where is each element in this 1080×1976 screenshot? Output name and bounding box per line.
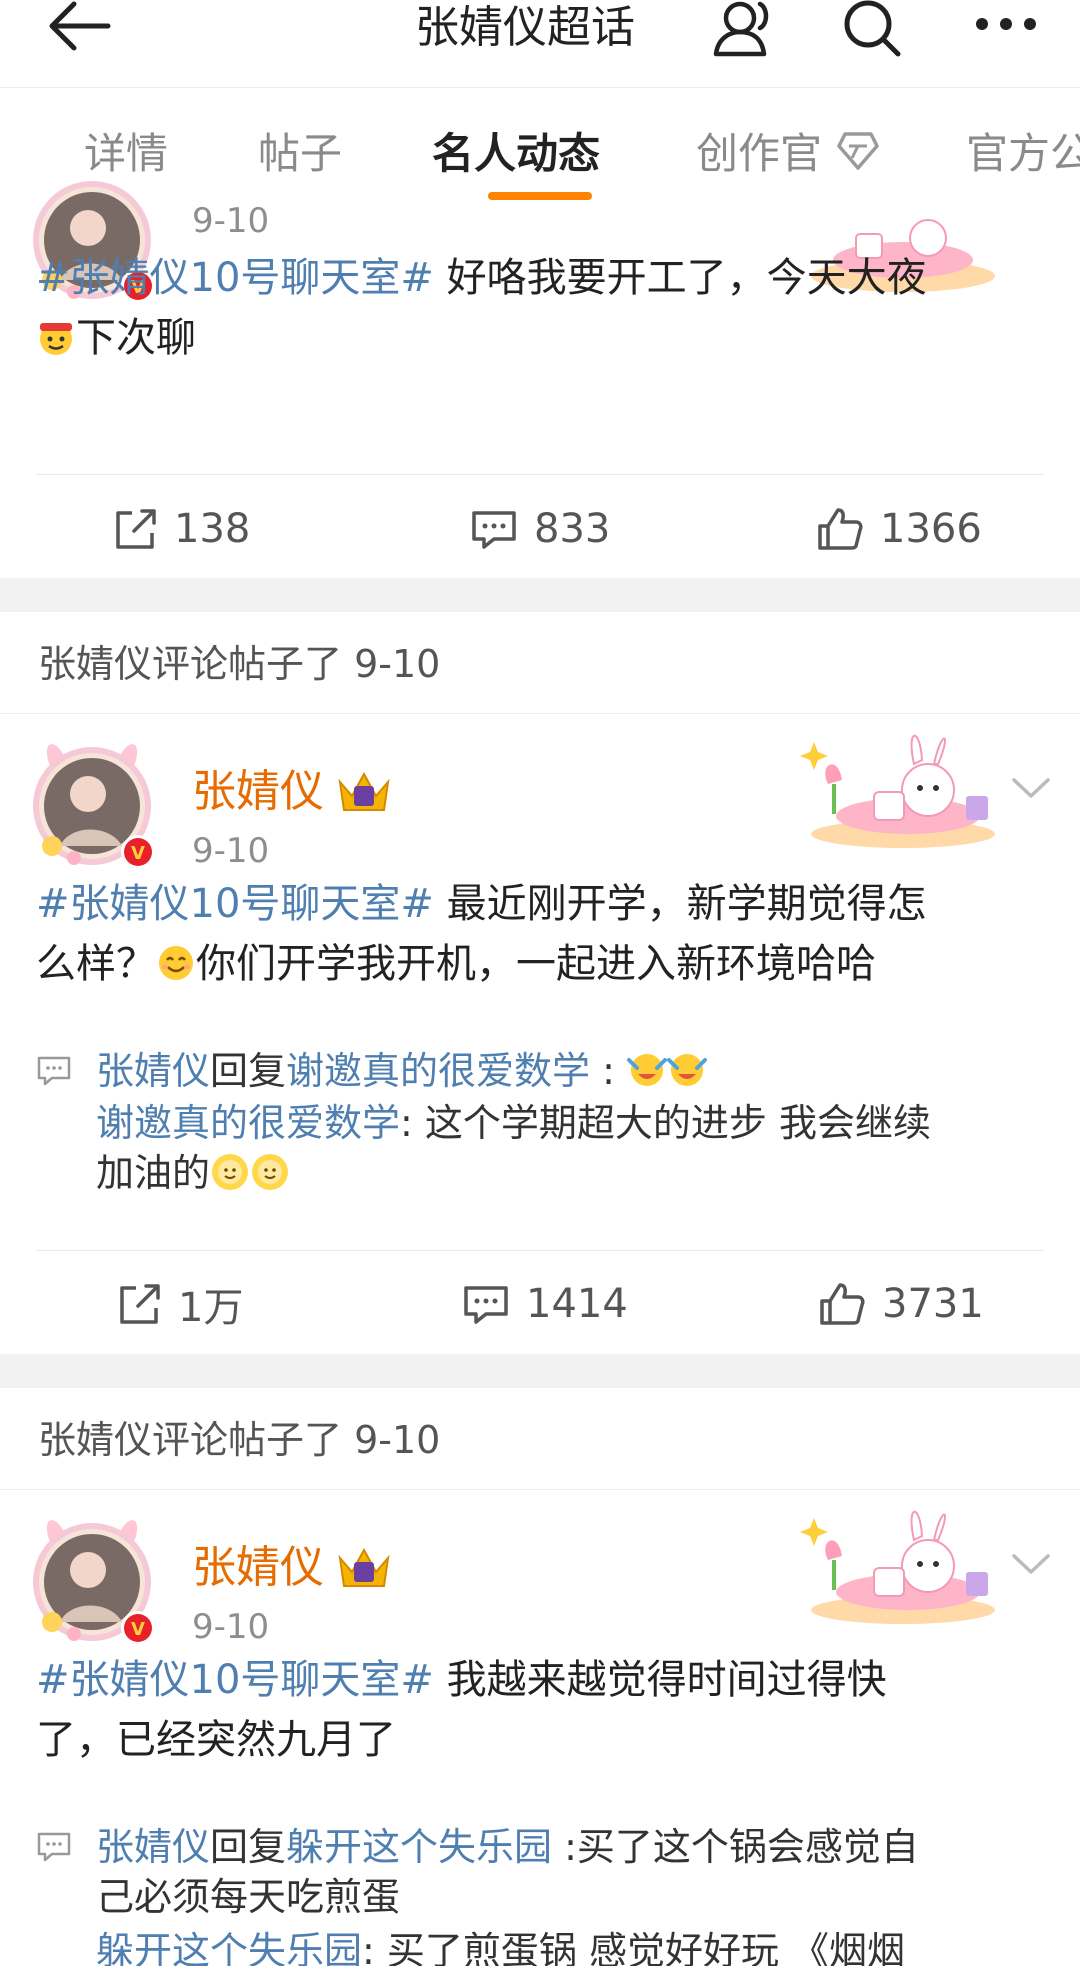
reply-author-link[interactable]: 张婧仪 xyxy=(96,1049,210,1093)
more-icon xyxy=(976,18,1036,30)
reply-colon: : xyxy=(590,1049,615,1093)
separator xyxy=(0,1354,1080,1388)
crying-laughing-emoji-icon xyxy=(627,1054,668,1086)
section-header: 张婧仪评论帖子了 9-10 xyxy=(0,1388,1080,1490)
follow-user-button[interactable] xyxy=(710,0,790,60)
sub-reply-text: 加油的 xyxy=(96,1151,211,1195)
thumbs-up-icon xyxy=(820,1283,865,1325)
avatar[interactable]: V xyxy=(30,1512,162,1652)
sub-reply-author-link[interactable]: 谢邀真的很爱数学 xyxy=(96,1101,400,1145)
like-count: 1366 xyxy=(880,506,982,552)
top-bar: 张婧仪超话 xyxy=(0,0,1080,88)
crown-badge-icon xyxy=(338,1547,390,1587)
post-text: #张婧仪10号聊天室# 我越来越觉得时间过得快 了，已经突然九月了 xyxy=(36,1650,1046,1770)
repost-icon xyxy=(116,509,156,549)
divider xyxy=(36,1250,1044,1251)
post-text: #张婧仪10号聊天室# 最近刚开学，新学期觉得怎 么样？ 你们开学我开机，一起进… xyxy=(36,874,1046,994)
post-card[interactable]: V 张婧仪 9-10 #张婧仪10号聊天室# 最近刚开学，新学期觉得怎 么样？ … xyxy=(0,714,1080,1354)
separator xyxy=(0,578,1080,612)
active-tab-indicator xyxy=(488,192,592,200)
post-text-line: 下次聊 xyxy=(76,315,196,361)
avatar[interactable]: V xyxy=(30,736,162,876)
comment-count: 1414 xyxy=(526,1281,628,1327)
post-time: 9-10 xyxy=(192,1607,270,1647)
crown-badge-icon xyxy=(338,771,390,811)
smile-emoji-icon xyxy=(159,946,193,980)
sub-reply-text: : 这个学期超大的进步 我会继续 xyxy=(400,1101,931,1145)
post-time: 9-10 xyxy=(192,831,270,871)
reply-target-link[interactable]: 谢邀真的很爱数学 xyxy=(286,1049,590,1093)
sub-reply: 躲开这个失乐园: 买了煎蛋锅 感觉好好玩 《烟烟 xyxy=(96,1926,1036,1966)
chevron-down-icon[interactable] xyxy=(1008,768,1054,808)
reply-text: :买了这个锅会感觉自 xyxy=(552,1825,919,1869)
repost-count: 1万 xyxy=(178,1285,244,1331)
topic-link[interactable]: #张婧仪10号聊天室# xyxy=(36,1657,434,1703)
repost-icon xyxy=(120,1284,160,1324)
section-label: 张婧仪评论帖子了 9-10 xyxy=(38,1418,441,1462)
tab-posts[interactable]: 帖子 xyxy=(258,126,342,182)
like-button[interactable]: 1366 xyxy=(816,501,982,557)
chevron-down-icon[interactable] xyxy=(1008,1544,1054,1584)
comment-count: 833 xyxy=(534,506,611,552)
reply-line: 张婧仪回复躲开这个失乐园 :买了这个锅会感觉自 己必须每天吃煎蛋 xyxy=(96,1822,1036,1922)
follow-user-icon xyxy=(713,1,769,57)
reply-verb: 回复 xyxy=(210,1825,287,1869)
post-time: 9-10 xyxy=(192,201,270,241)
bunny-decoration-icon xyxy=(800,734,995,848)
like-count: 3731 xyxy=(882,1281,984,1327)
topic-link[interactable]: #张婧仪10号聊天室# xyxy=(36,881,434,927)
thumbs-up-icon xyxy=(818,508,863,550)
post-text-line: 最近刚开学，新学期觉得怎 xyxy=(433,881,927,927)
comment-icon xyxy=(464,1286,508,1324)
reply-comment-icon xyxy=(37,1056,71,1086)
post-text-line: 么样？ xyxy=(36,941,156,987)
sub-reply: 谢邀真的很爱数学: 这个学期超大的进步 我会继续 加油的 xyxy=(96,1098,1036,1198)
repost-button[interactable]: 138 xyxy=(112,501,250,557)
post-card[interactable]: V 张婧仪 9-10 #张婧仪10号聊天室# 我越来越觉得时间过得快 了，已经突… xyxy=(0,1490,1080,1976)
comment-icon xyxy=(472,511,516,549)
topic-link[interactable]: #张婧仪10号聊天室# xyxy=(36,255,434,301)
reply-line: 张婧仪回复谢邀真的很爱数学 : xyxy=(96,1046,1036,1096)
search-button[interactable] xyxy=(840,0,920,60)
crying-laughing-emoji-icon xyxy=(667,1054,708,1086)
bunny-decoration-icon xyxy=(800,1510,995,1624)
tab-celebrity-updates[interactable]: 名人动态 xyxy=(432,126,600,182)
search-icon xyxy=(844,0,901,57)
reply-target-link[interactable]: 躲开这个失乐园 xyxy=(286,1825,552,1869)
repost-button[interactable]: 1万 xyxy=(116,1276,243,1332)
reply-author-link[interactable]: 张婧仪 xyxy=(96,1825,210,1869)
divider xyxy=(36,474,1044,475)
post-text-line: 了，已经突然九月了 xyxy=(36,1717,396,1763)
hardworking-emoji-icon xyxy=(40,323,72,355)
comment-button[interactable]: 1414 xyxy=(462,1276,628,1332)
post-card[interactable]: V 9-10 #张婧仪10号聊天室# 好咯我要开工了，今天大夜 下次聊 138 xyxy=(0,181,1080,578)
sub-reply-author-link[interactable]: 躲开这个失乐园 xyxy=(96,1929,362,1966)
post-text-line: 我越来越觉得时间过得快 xyxy=(433,1657,887,1703)
reply-text: 己必须每天吃煎蛋 xyxy=(96,1875,401,1919)
svg-text:V: V xyxy=(131,1619,145,1640)
post-text: #张婧仪10号聊天室# 好咯我要开工了，今天大夜 下次聊 xyxy=(36,248,1046,368)
post-text-line: 好咯我要开工了，今天大夜 xyxy=(433,255,927,301)
reply-verb: 回复 xyxy=(210,1049,287,1093)
section-header: 张婧仪评论帖子了 9-10 xyxy=(0,612,1080,714)
like-button[interactable]: 3731 xyxy=(818,1276,984,1332)
more-button[interactable] xyxy=(972,0,1052,60)
sub-reply-text: : 买了煎蛋锅 感觉好好玩 《烟烟 xyxy=(362,1929,906,1966)
repost-count: 138 xyxy=(174,506,251,552)
comment-button[interactable]: 833 xyxy=(470,501,610,557)
username[interactable]: 张婧仪 xyxy=(192,1540,324,1596)
reply-comment-icon xyxy=(37,1832,71,1862)
svg-text:V: V xyxy=(131,843,145,864)
post-text-line: 你们开学我开机，一起进入新环境哈哈 xyxy=(196,941,876,987)
flower-smile-emoji-icon xyxy=(212,1154,249,1190)
section-label: 张婧仪评论帖子了 9-10 xyxy=(38,642,441,686)
username[interactable]: 张婧仪 xyxy=(192,764,324,820)
flower-smile-emoji-icon xyxy=(252,1154,289,1190)
